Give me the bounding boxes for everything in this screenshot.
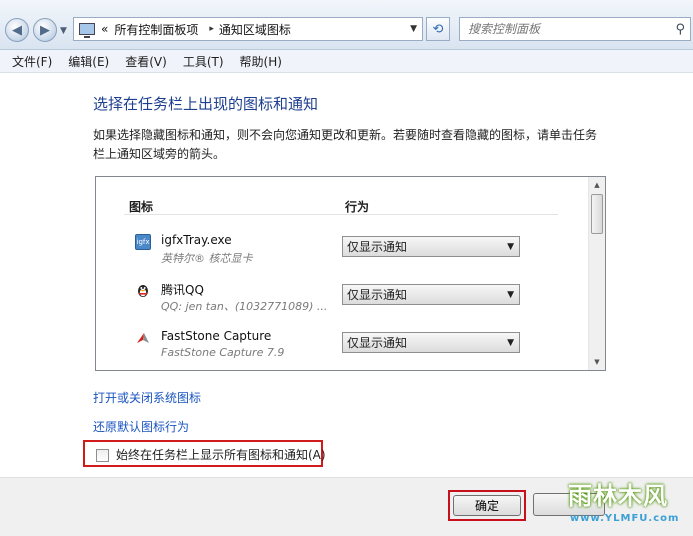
content-area: 选择在任务栏上出现的图标和通知 如果选择隐藏图标和通知，则不会向您通知更改和更新… xyxy=(0,73,693,536)
vertical-scrollbar[interactable]: ▲ ▼ xyxy=(588,177,605,370)
page-title: 选择在任务栏上出现的图标和通知 xyxy=(93,95,319,113)
table-row: 腾讯QQ QQ: jen tan、(1032771089) ... 仅显示通知 … xyxy=(129,281,559,325)
breadcrumb-all-control-panel-items[interactable]: 所有控制面板项 xyxy=(114,21,198,38)
app-description: 英特尔® 核芯显卡 xyxy=(161,252,253,265)
behavior-select[interactable]: 仅显示通知 ▼ xyxy=(342,332,520,353)
behavior-value: 仅显示通知 xyxy=(347,240,408,254)
forward-arrow-icon: ▶ xyxy=(40,22,50,38)
watermark-text: 雨林木风 xyxy=(568,482,668,510)
search-box[interactable]: ⚲ xyxy=(459,17,691,41)
back-button[interactable]: ◀ xyxy=(5,18,29,42)
address-bar-area: ◀ ▶ ▼ « 所有控制面板项 ▸ 通知区域图标 ▼ ⟲ ⚲ xyxy=(0,0,693,50)
breadcrumb-separator-icon[interactable]: ▸ xyxy=(209,24,214,34)
menu-help[interactable]: 帮助(H) xyxy=(240,53,282,70)
menu-file[interactable]: 文件(F) xyxy=(12,53,52,70)
menu-tools[interactable]: 工具(T) xyxy=(183,53,224,70)
intel-graphics-icon: igfx xyxy=(135,234,151,250)
restore-default-icon-behavior-link[interactable]: 还原默认图标行为 xyxy=(93,418,189,435)
app-name: igfxTray.exe xyxy=(161,233,232,247)
behavior-select[interactable]: 仅显示通知 ▼ xyxy=(342,284,520,305)
always-show-label[interactable]: 始终在任务栏上显示所有图标和通知(A) xyxy=(116,446,326,463)
refresh-icon: ⟲ xyxy=(432,21,444,37)
watermark-url: www.YLMFU.com xyxy=(570,513,680,524)
chevron-down-icon: ▼ xyxy=(507,241,514,252)
app-name: 腾讯QQ xyxy=(161,283,204,297)
forward-button[interactable]: ▶ xyxy=(33,18,57,42)
menu-bar: 文件(F) 编辑(E) 查看(V) 工具(T) 帮助(H) xyxy=(0,50,693,73)
refresh-button[interactable]: ⟲ xyxy=(426,17,450,41)
column-header-icon: 图标 xyxy=(129,200,154,214)
scroll-thumb[interactable] xyxy=(591,194,603,234)
icon-behavior-list[interactable]: 图标 行为 igfx igfxTray.exe 英特尔® 核芯显卡 仅显示通知 … xyxy=(95,176,606,371)
app-description: FastStone Capture 7.9 xyxy=(161,346,285,359)
behavior-value: 仅显示通知 xyxy=(347,336,408,350)
menu-view[interactable]: 查看(V) xyxy=(125,53,167,70)
breadcrumb-notification-area-icons[interactable]: 通知区域图标 xyxy=(219,21,291,38)
chevron-down-icon: ▼ xyxy=(507,289,514,300)
back-arrow-icon: ◀ xyxy=(12,22,22,38)
breadcrumb-prefix[interactable]: « xyxy=(101,22,108,36)
always-show-checkbox[interactable] xyxy=(96,449,109,462)
table-row: FastStone Capture FastStone Capture 7.9 … xyxy=(129,329,559,370)
behavior-value: 仅显示通知 xyxy=(347,288,408,302)
page-description: 如果选择隐藏图标和通知，则不会向您通知更改和更新。若要随时查看隐藏的图标，请单击… xyxy=(93,128,598,161)
search-input[interactable] xyxy=(466,21,666,37)
qq-penguin-icon xyxy=(135,282,151,298)
search-icon[interactable]: ⚲ xyxy=(675,22,685,37)
app-name: FastStone Capture xyxy=(161,329,272,343)
computer-icon xyxy=(79,23,95,38)
column-header-behavior: 行为 xyxy=(345,200,370,214)
recent-pages-dropdown-icon[interactable]: ▼ xyxy=(60,26,67,36)
turn-system-icons-on-off-link[interactable]: 打开或关闭系统图标 xyxy=(93,389,201,406)
scroll-down-icon[interactable]: ▼ xyxy=(589,354,605,370)
table-row: igfx igfxTray.exe 英特尔® 核芯显卡 仅显示通知 ▼ xyxy=(129,233,559,277)
ok-highlight: 确定 xyxy=(448,490,526,521)
always-show-highlight: 始终在任务栏上显示所有图标和通知(A) xyxy=(83,440,326,467)
menu-edit[interactable]: 编辑(E) xyxy=(68,53,109,70)
watermark-logo: 雨林木风 www.YLMFU.com xyxy=(560,470,690,534)
scroll-up-icon[interactable]: ▲ xyxy=(589,177,605,193)
faststone-capture-icon xyxy=(135,330,151,346)
app-description: QQ: jen tan、(1032771089) ... xyxy=(161,300,328,313)
chevron-down-icon: ▼ xyxy=(507,337,514,348)
ok-button[interactable]: 确定 xyxy=(453,495,521,516)
address-dropdown-icon[interactable]: ▼ xyxy=(410,24,417,34)
address-bar[interactable]: « 所有控制面板项 ▸ 通知区域图标 ▼ xyxy=(73,17,423,41)
header-divider xyxy=(124,214,558,215)
behavior-select[interactable]: 仅显示通知 ▼ xyxy=(342,236,520,257)
